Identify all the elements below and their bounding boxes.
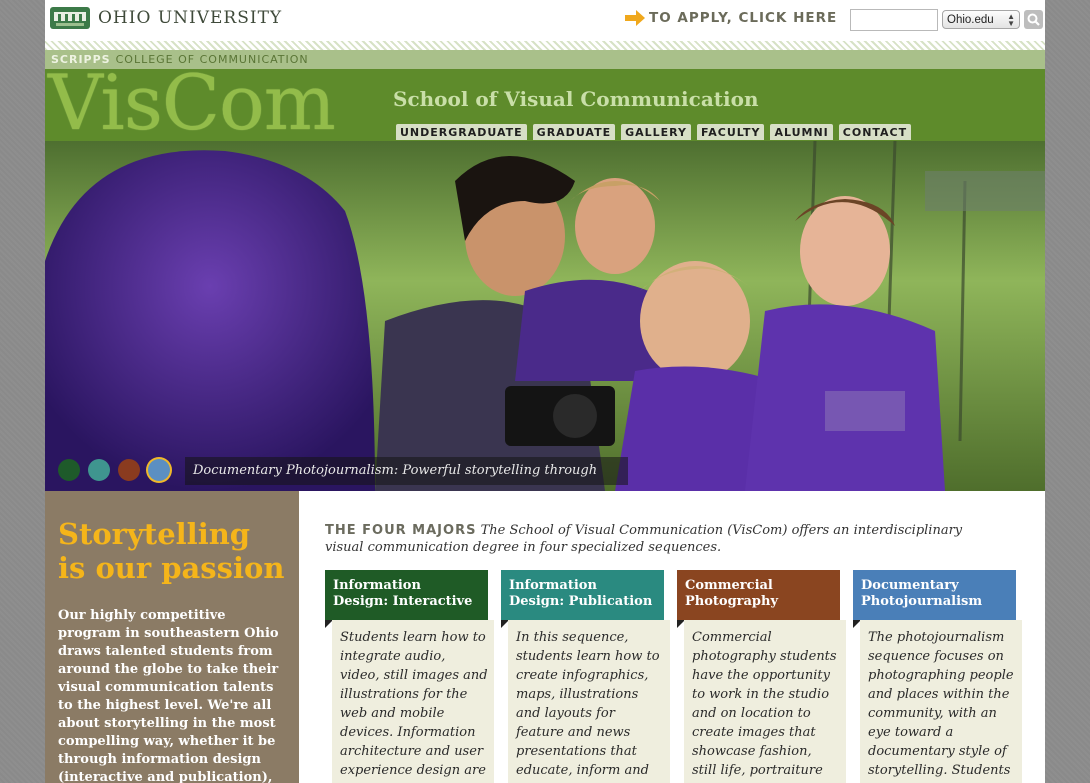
major-description: The photojournalism sequence focuses on … <box>860 620 1022 783</box>
major-card-publication[interactable]: Information Design: Publication In this … <box>501 570 670 783</box>
search-scope-value: Ohio.edu <box>947 13 994 26</box>
slide-dot-2[interactable] <box>88 459 110 481</box>
school-name: School of Visual Communication <box>393 87 759 111</box>
search-scope-select[interactable]: Ohio.edu ▲ ▼ <box>942 10 1020 29</box>
apply-link-label: TO APPLY, CLICK HERE <box>649 10 838 26</box>
major-description: Commercial photography students have the… <box>684 620 846 783</box>
viscom-logo[interactable]: VisCom <box>48 63 336 143</box>
top-bar: OHIO UNIVERSITY TO APPLY, CLICK HERE Ohi… <box>45 0 1045 41</box>
sidebar: Storytelling is our passion Our highly c… <box>45 491 299 783</box>
nav-undergraduate[interactable]: UNDERGRADUATE <box>396 124 527 140</box>
site-header: VisCom School of Visual Communication UN… <box>45 63 1045 143</box>
nav-contact[interactable]: CONTACT <box>838 124 912 140</box>
nav-alumni[interactable]: ALUMNI <box>770 124 833 140</box>
search-input[interactable] <box>850 9 938 31</box>
page: OHIO UNIVERSITY TO APPLY, CLICK HERE Ohi… <box>45 0 1045 783</box>
majors-heading: THE FOUR MAJORS <box>325 523 477 538</box>
search-button[interactable] <box>1024 10 1043 29</box>
ohio-university-logo[interactable]: OHIO UNIVERSITY <box>50 7 282 29</box>
nav-faculty[interactable]: FACULTY <box>697 124 765 140</box>
slide-dot-3[interactable] <box>118 459 140 481</box>
major-description: In this sequence, students learn how to … <box>508 620 670 783</box>
major-card-documentary[interactable]: Documentary Photojournalism The photojou… <box>853 570 1022 783</box>
apply-link[interactable]: TO APPLY, CLICK HERE <box>625 10 837 26</box>
ohio-university-seal-icon <box>50 7 90 29</box>
major-title[interactable]: Information Design: Publication <box>501 570 664 620</box>
nav-graduate[interactable]: GRADUATE <box>532 124 616 140</box>
select-arrows-icon: ▲ ▼ <box>1007 11 1015 28</box>
decorative-stripe <box>45 41 1045 50</box>
main-content: THE FOUR MAJORS The School of Visual Com… <box>299 491 1045 783</box>
slide-dot-1[interactable] <box>58 459 80 481</box>
major-title[interactable]: Documentary Photojournalism <box>853 570 1016 620</box>
hero-photo <box>45 141 1045 491</box>
sidebar-body: Our highly competitive program in southe… <box>58 608 279 783</box>
sidebar-title: Storytelling is our passion <box>58 517 285 585</box>
hero-slideshow[interactable]: Documentary Photojournalism: Powerful st… <box>45 141 1045 491</box>
major-card-interactive[interactable]: Information Design: Interactive Students… <box>325 570 494 783</box>
majors-intro: THE FOUR MAJORS The School of Visual Com… <box>325 522 985 556</box>
nav-gallery[interactable]: GALLERY <box>621 124 692 140</box>
major-title[interactable]: Information Design: Interactive <box>325 570 488 620</box>
major-description: Students learn how to integrate audio, v… <box>332 620 494 783</box>
search-icon <box>1027 13 1040 26</box>
main-nav: UNDERGRADUATE GRADUATE GALLERY FACULTY A… <box>396 124 912 140</box>
slide-caption: Documentary Photojournalism: Powerful st… <box>185 457 628 485</box>
university-name: OHIO UNIVERSITY <box>98 8 283 28</box>
slide-dots <box>58 459 170 481</box>
major-title[interactable]: Commercial Photography <box>677 570 840 620</box>
arrow-right-icon <box>625 10 645 26</box>
major-card-commercial[interactable]: Commercial Photography Commercial photog… <box>677 570 846 783</box>
slide-dot-4[interactable] <box>148 459 170 481</box>
